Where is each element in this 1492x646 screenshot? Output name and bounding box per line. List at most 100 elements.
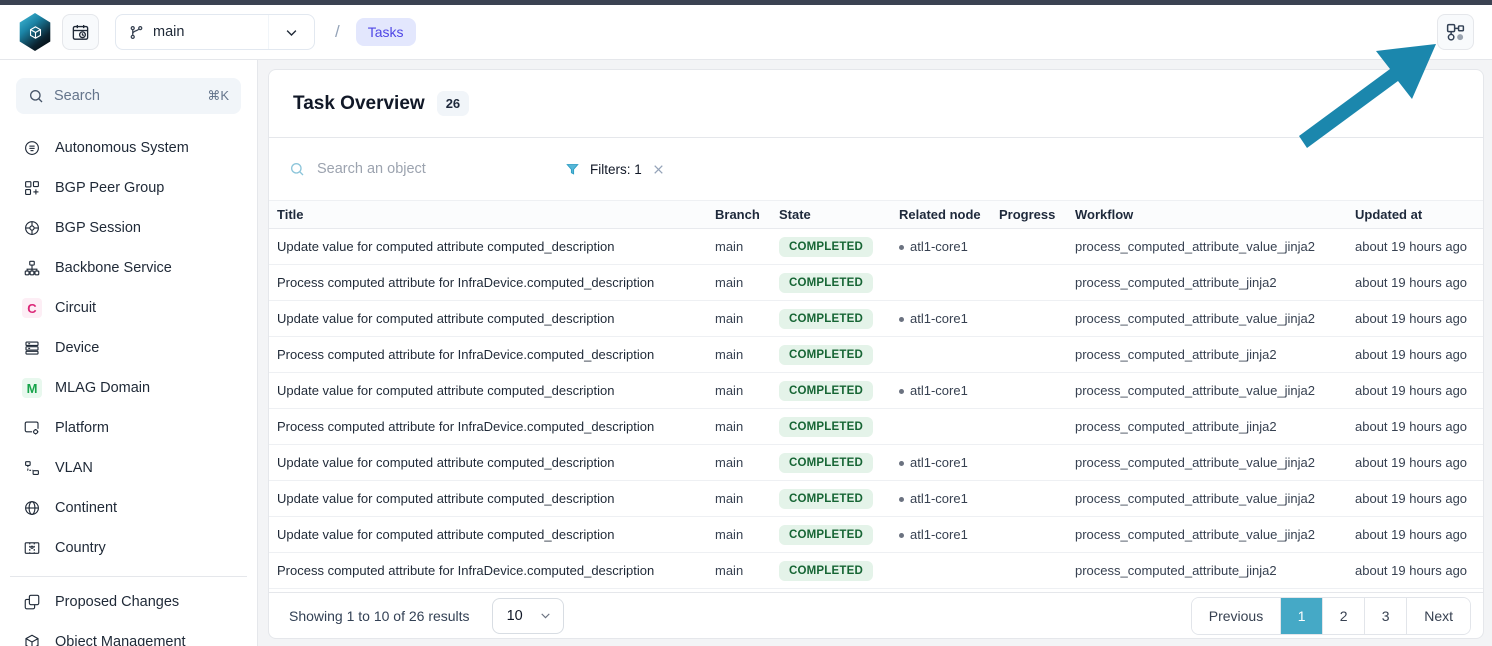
clear-filters-button[interactable] <box>652 163 665 176</box>
calendar-clock-icon <box>71 23 90 42</box>
page-button-1[interactable]: 1 <box>1280 598 1322 634</box>
task-title: Update value for computed attribute comp… <box>269 229 707 265</box>
node-dot-icon <box>899 461 904 466</box>
backbone-service-icon <box>22 258 42 278</box>
object-search[interactable] <box>289 160 519 178</box>
task-title: Update value for computed attribute comp… <box>269 373 707 409</box>
infrahub-logo[interactable] <box>18 13 52 51</box>
task-progress <box>991 265 1067 301</box>
sidebar-item-bgp-session[interactable]: BGP Session <box>16 208 241 248</box>
app-header: main / Tasks <box>0 5 1492 60</box>
related-node: atl1-core1 <box>910 527 968 542</box>
filters-button[interactable]: Filters: 1 <box>565 162 665 177</box>
column-header-progress: Progress <box>991 201 1067 229</box>
table-row[interactable]: Process computed attribute for InfraDevi… <box>269 337 1483 373</box>
task-updated-at: about 19 hours ago <box>1347 265 1483 301</box>
branch-selector[interactable]: main <box>115 14 315 50</box>
task-progress <box>991 517 1067 553</box>
node-dot-icon <box>899 497 904 502</box>
filter-funnel-icon <box>565 162 580 177</box>
task-count-badge: 26 <box>437 91 469 116</box>
task-progress <box>991 301 1067 337</box>
node-dot-icon <box>899 317 904 322</box>
next-page-button[interactable]: Next <box>1406 598 1470 634</box>
sidebar-item-object-management[interactable]: Object Management <box>16 622 241 646</box>
search-icon <box>28 88 44 104</box>
node-dot-icon <box>899 533 904 538</box>
schema-visualizer-button[interactable] <box>1437 14 1474 50</box>
sidebar-item-country[interactable]: Country <box>16 528 241 568</box>
task-branch: main <box>707 517 771 553</box>
sidebar-item-mlag-domain[interactable]: M MLAG Domain <box>16 368 241 408</box>
task-branch: main <box>707 409 771 445</box>
task-workflow: process_computed_attribute_value_jinja2 <box>1067 481 1347 517</box>
task-workflow: process_computed_attribute_value_jinja2 <box>1067 229 1347 265</box>
state-badge: COMPLETED <box>779 525 873 545</box>
task-title: Process computed attribute for InfraDevi… <box>269 553 707 589</box>
table-row[interactable]: Update value for computed attribute comp… <box>269 481 1483 517</box>
table-row[interactable]: Update value for computed attribute comp… <box>269 445 1483 481</box>
table-row[interactable]: Update value for computed attribute comp… <box>269 373 1483 409</box>
task-branch: main <box>707 229 771 265</box>
autonomous-system-icon <box>22 138 42 158</box>
table-row[interactable]: Process computed attribute for InfraDevi… <box>269 265 1483 301</box>
search-shortcut: ⌘K <box>207 88 229 104</box>
task-title: Update value for computed attribute comp… <box>269 301 707 337</box>
page-size-value: 10 <box>507 608 523 624</box>
table-header-row: TitleBranchStateRelated nodeProgressWork… <box>269 201 1483 229</box>
sidebar-item-vlan[interactable]: VLAN <box>16 448 241 488</box>
related-node: atl1-core1 <box>910 383 968 398</box>
sidebar-item-backbone-service[interactable]: Backbone Service <box>16 248 241 288</box>
sidebar-footer-nav: Proposed Changes Object Management <box>16 582 241 646</box>
task-updated-at: about 19 hours ago <box>1347 301 1483 337</box>
task-progress <box>991 337 1067 373</box>
sidebar-item-proposed-changes[interactable]: Proposed Changes <box>16 582 241 622</box>
page-size-select[interactable]: 10 <box>492 598 564 634</box>
task-progress <box>991 373 1067 409</box>
sidebar-divider <box>10 576 247 577</box>
task-branch: main <box>707 481 771 517</box>
breadcrumb-tasks[interactable]: Tasks <box>356 18 416 46</box>
time-travel-button[interactable] <box>62 14 99 50</box>
state-badge: COMPLETED <box>779 561 873 581</box>
sidebar-item-device[interactable]: Device <box>16 328 241 368</box>
table-row[interactable]: Update value for computed attribute comp… <box>269 517 1483 553</box>
sidebar-item-autonomous-system[interactable]: Autonomous System <box>16 128 241 168</box>
column-header-related-node: Related node <box>891 201 991 229</box>
task-branch: main <box>707 445 771 481</box>
schema-icon <box>1445 22 1466 43</box>
sidebar-item-continent[interactable]: Continent <box>16 488 241 528</box>
country-icon <box>22 538 42 558</box>
column-header-updated-at: Updated at <box>1347 201 1483 229</box>
sidebar-item-platform[interactable]: Platform <box>16 408 241 448</box>
state-badge: COMPLETED <box>779 309 873 329</box>
chevron-down-icon <box>284 25 299 40</box>
sidebar-nav: Autonomous System BGP Peer Group BGP Ses… <box>16 128 241 568</box>
branch-name: main <box>153 24 184 40</box>
table-row[interactable]: Process computed attribute for InfraDevi… <box>269 409 1483 445</box>
sidebar-item-bgp-peer-group[interactable]: BGP Peer Group <box>16 168 241 208</box>
object-search-input[interactable] <box>315 160 495 178</box>
page-button-2[interactable]: 2 <box>1322 598 1364 634</box>
task-overview-card: Task Overview 26 Filters: 1 <box>268 69 1484 639</box>
branch-dropdown-toggle[interactable] <box>268 15 314 49</box>
table-row[interactable]: Update value for computed attribute comp… <box>269 229 1483 265</box>
page-button-3[interactable]: 3 <box>1364 598 1406 634</box>
task-workflow: process_computed_attribute_value_jinja2 <box>1067 301 1347 337</box>
table-row[interactable]: Process computed attribute for InfraDevi… <box>269 553 1483 589</box>
device-icon <box>22 338 42 358</box>
tasks-table: TitleBranchStateRelated nodeProgressWork… <box>269 200 1483 589</box>
results-summary: Showing 1 to 10 of 26 results <box>289 608 470 624</box>
task-title: Update value for computed attribute comp… <box>269 517 707 553</box>
sidebar-item-circuit[interactable]: C Circuit <box>16 288 241 328</box>
related-node: atl1-core1 <box>910 311 968 326</box>
column-header-title: Title <box>269 201 707 229</box>
task-updated-at: about 19 hours ago <box>1347 481 1483 517</box>
related-node: atl1-core1 <box>910 455 968 470</box>
previous-page-button[interactable]: Previous <box>1192 598 1280 634</box>
task-progress <box>991 481 1067 517</box>
sidebar-search[interactable]: Search ⌘K <box>16 78 241 114</box>
column-header-state: State <box>771 201 891 229</box>
page-title: Task Overview <box>293 93 425 115</box>
table-row[interactable]: Update value for computed attribute comp… <box>269 301 1483 337</box>
